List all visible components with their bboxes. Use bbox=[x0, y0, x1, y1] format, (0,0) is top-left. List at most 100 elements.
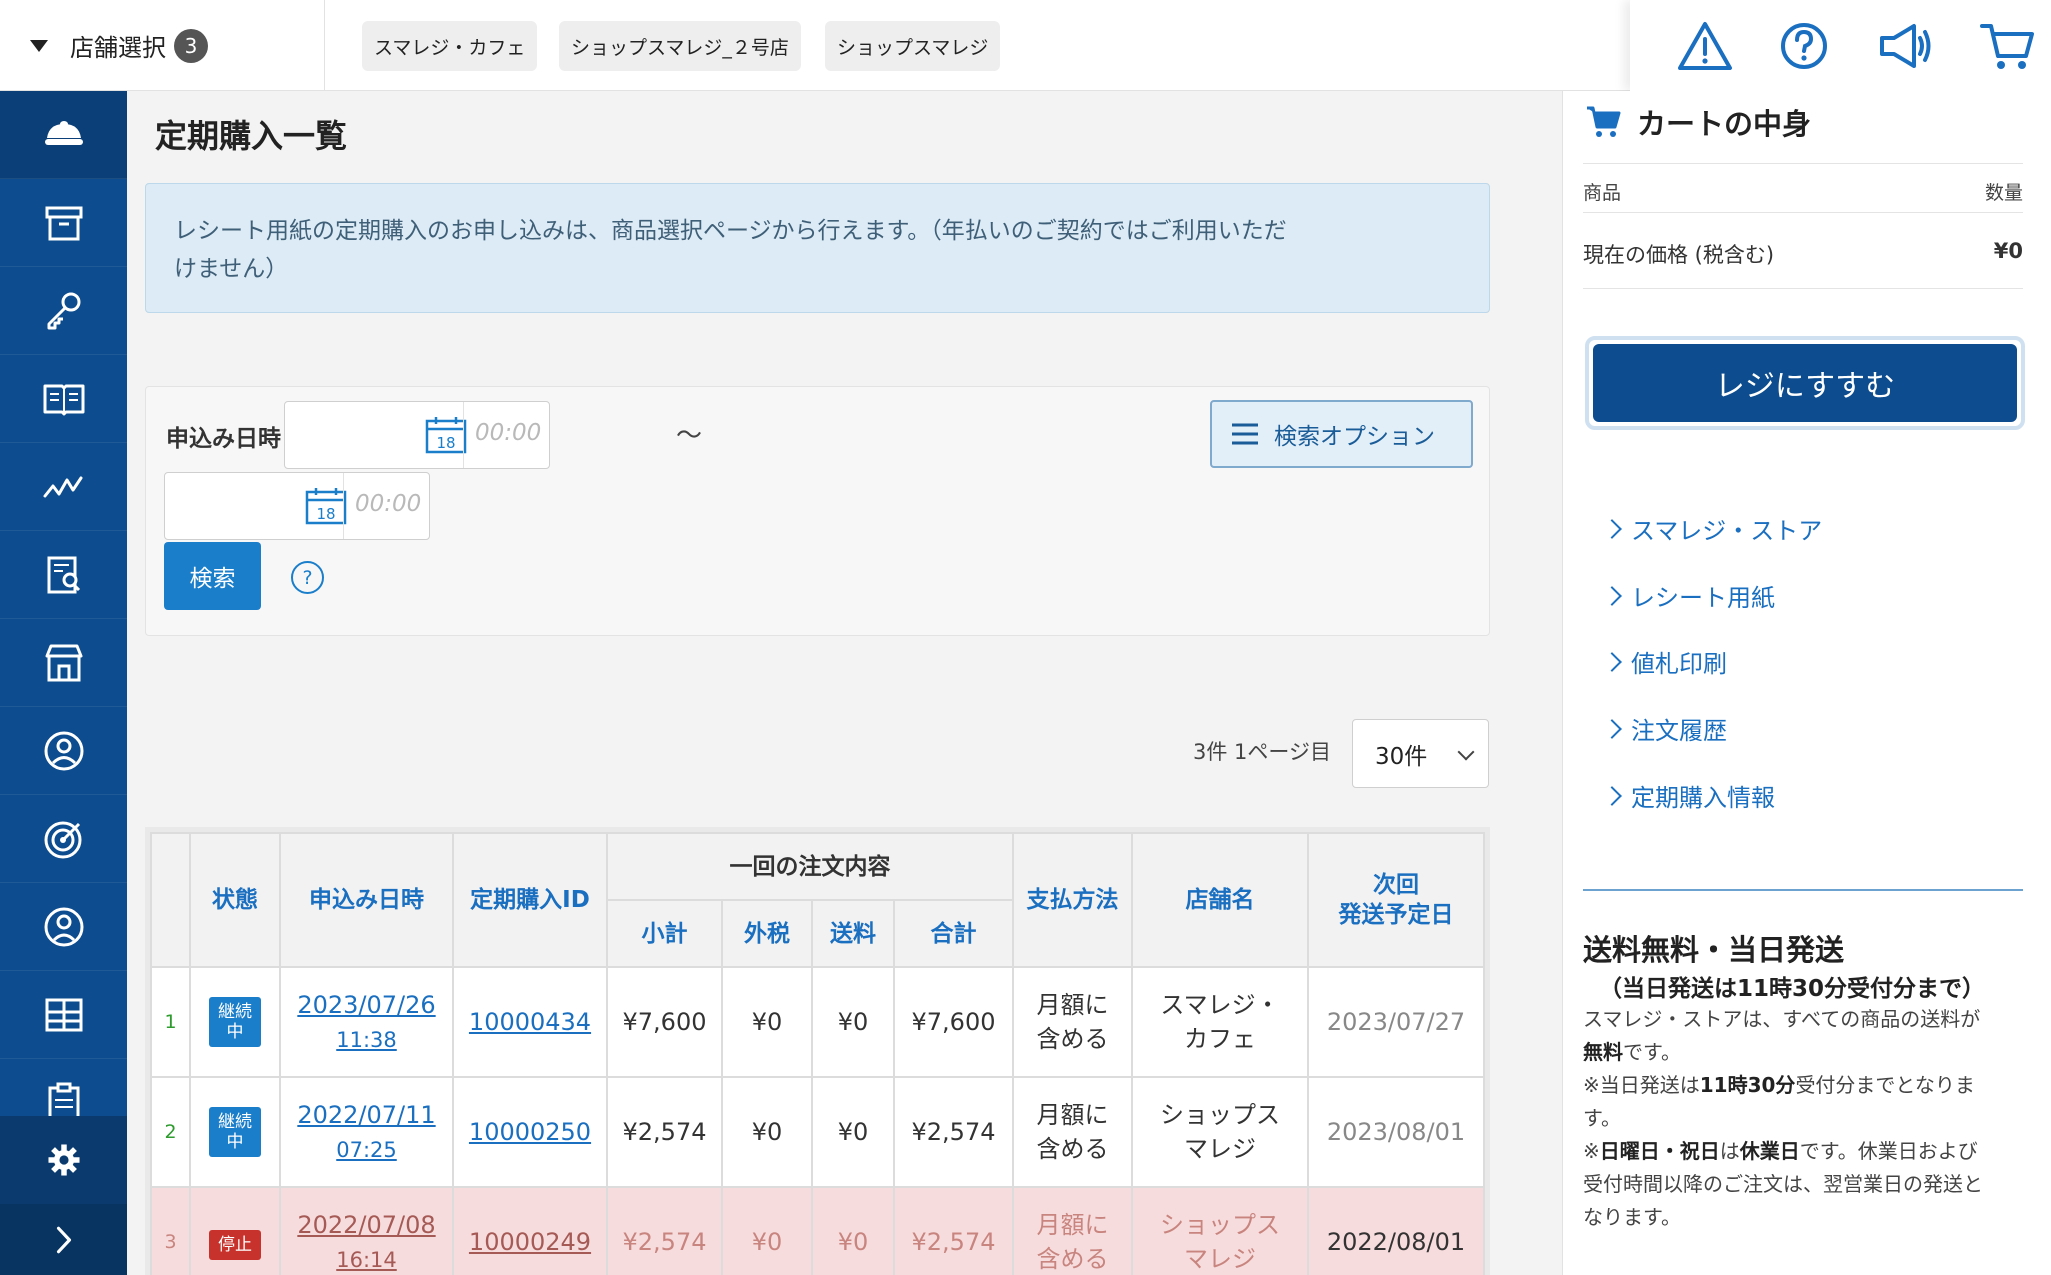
col-status[interactable]: 状態 bbox=[189, 832, 281, 968]
subscription-table: 状態 申込み日時 定期購入ID 一回の注文内容 支払方法 店舗名 次回 発送予定… bbox=[145, 827, 1490, 1275]
applied-date-link[interactable]: 2022/07/11 bbox=[297, 1101, 435, 1129]
subscription-id-link[interactable]: 10000249 bbox=[469, 1228, 591, 1256]
col-tax[interactable]: 外税 bbox=[721, 899, 813, 968]
checkout-button[interactable]: レジにすすむ bbox=[1593, 344, 2017, 422]
total-cell: ¥7,600 bbox=[893, 966, 1014, 1078]
store-cell: スマレジ・ カフェ bbox=[1131, 966, 1309, 1078]
link-price-tag[interactable]: 値札印刷 bbox=[1602, 644, 1727, 679]
sidebar-item-account[interactable] bbox=[0, 883, 127, 971]
time-to-placeholder[interactable]: 00:00 bbox=[355, 491, 421, 517]
help-icon[interactable] bbox=[1775, 18, 1833, 74]
col-store[interactable]: 店舗名 bbox=[1131, 832, 1309, 968]
box-icon bbox=[45, 206, 82, 240]
main-content: 定期購入一覧 レシート用紙の定期購入のお申し込みは、商品選択ページから行えます。… bbox=[127, 91, 1562, 1275]
top-icon-group bbox=[1630, 0, 2051, 91]
applied-date-link[interactable]: 2022/07/08 bbox=[297, 1211, 435, 1239]
chevron-right-icon bbox=[1602, 651, 1622, 672]
applied-time-link[interactable]: 16:14 bbox=[336, 1248, 397, 1272]
time-from-placeholder[interactable]: 00:00 bbox=[475, 420, 541, 446]
top-bar: 店舗選択 3 スマレジ・カフェ ショップスマレジ_２号店 ショップスマレジ bbox=[0, 0, 2051, 91]
sidebar-expand[interactable] bbox=[0, 1204, 127, 1275]
total-cell: ¥2,574 bbox=[893, 1076, 1014, 1188]
table-row: 3 停止 2022/07/08 16:14 10000249 ¥2,574 ¥0 … bbox=[150, 1186, 1485, 1275]
sidebar-item-box[interactable] bbox=[0, 179, 127, 267]
date-to-field[interactable]: 18 00:00 bbox=[164, 472, 430, 540]
subscription-id-link[interactable]: 10000250 bbox=[469, 1118, 591, 1146]
sidebar-item-report[interactable] bbox=[0, 531, 127, 619]
per-page-select[interactable]: 30件 bbox=[1352, 719, 1489, 788]
subtotal-cell: ¥7,600 bbox=[606, 966, 723, 1078]
info-line-2: けません） bbox=[174, 256, 289, 282]
store-cell: ショップス マレジ bbox=[1131, 1076, 1309, 1188]
chevron-right-icon bbox=[1602, 718, 1622, 739]
calendar-icon: 18 bbox=[425, 417, 467, 454]
col-payment[interactable]: 支払方法 bbox=[1012, 832, 1133, 968]
link-subscription-info[interactable]: 定期購入情報 bbox=[1602, 778, 1775, 813]
sidebar-settings[interactable] bbox=[0, 1116, 127, 1204]
store-select-label: 店舗選択 bbox=[70, 34, 166, 62]
sidebar-item-key[interactable] bbox=[0, 267, 127, 355]
subtotal-cell: ¥2,574 bbox=[606, 1076, 723, 1188]
cart-price-row: 現在の価格 (税含む) ¥0 bbox=[1583, 213, 2023, 289]
cart-title: カートの中身 bbox=[1585, 101, 1811, 143]
sidebar-item-apps[interactable] bbox=[0, 971, 127, 1059]
cart-header-row: 商品 数量 bbox=[1583, 163, 2023, 213]
chevron-down-icon bbox=[1457, 743, 1475, 761]
shipping-cell: ¥0 bbox=[811, 1186, 895, 1275]
home-icon bbox=[44, 120, 83, 145]
store-cell: ショップス マレジ bbox=[1131, 1186, 1309, 1275]
result-count: 3件 1ページ目 bbox=[1193, 740, 1331, 764]
shop-chip-shop2[interactable]: ショップスマレジ_２号店 bbox=[559, 21, 801, 71]
col-next-ship[interactable]: 次回 発送予定日 bbox=[1307, 832, 1485, 968]
payment-cell: 月額に 含める bbox=[1012, 1076, 1133, 1188]
col-applied-at[interactable]: 申込み日時 bbox=[279, 832, 454, 968]
sidebar-item-store[interactable] bbox=[0, 619, 127, 707]
link-order-history[interactable]: 注文履歴 bbox=[1602, 711, 1727, 746]
sidebar-item-target[interactable] bbox=[0, 795, 127, 883]
sidebar-item-chart[interactable] bbox=[0, 443, 127, 531]
subscription-id-link[interactable]: 10000434 bbox=[469, 1008, 591, 1036]
col-total[interactable]: 合計 bbox=[893, 899, 1014, 968]
chevron-right-icon bbox=[56, 1226, 71, 1253]
shop-chip-cafe[interactable]: スマレジ・カフェ bbox=[362, 21, 538, 71]
chart-icon bbox=[43, 476, 82, 497]
col-subtotal[interactable]: 小計 bbox=[606, 899, 723, 968]
checkout-button-wrap: レジにすすむ bbox=[1585, 336, 2025, 430]
svg-text:18: 18 bbox=[316, 505, 335, 523]
menu-icon bbox=[1232, 423, 1258, 445]
payment-cell: 月額に 含める bbox=[1012, 1186, 1133, 1275]
shop-chip-shop[interactable]: ショップスマレジ bbox=[825, 21, 1001, 71]
sidebar-item-customer[interactable] bbox=[0, 707, 127, 795]
col-subscription-id[interactable]: 定期購入ID bbox=[452, 832, 608, 968]
caret-down-icon bbox=[30, 39, 48, 52]
info-line-1: レシート用紙の定期購入のお申し込みは、商品選択ページから行えます。（年払いのご契… bbox=[174, 218, 1287, 244]
warning-icon[interactable] bbox=[1676, 18, 1734, 74]
info-notice: レシート用紙の定期購入のお申し込みは、商品選択ページから行えます。（年払いのご契… bbox=[145, 183, 1490, 313]
search-button[interactable]: 検索 bbox=[164, 542, 261, 610]
next-ship-cell: 2022/08/01 bbox=[1307, 1186, 1485, 1275]
sidebar-item-home[interactable] bbox=[0, 91, 127, 179]
shipping-cell: ¥0 bbox=[811, 966, 895, 1078]
cart-icon[interactable] bbox=[1978, 18, 2036, 74]
link-smaregi-store[interactable]: スマレジ・ストア bbox=[1602, 511, 1822, 546]
date-from-field[interactable]: 18 00:00 bbox=[284, 401, 550, 469]
row-index: 1 bbox=[150, 966, 191, 1078]
cart-icon bbox=[1587, 106, 1621, 137]
applied-time-link[interactable]: 11:38 bbox=[336, 1028, 397, 1052]
search-help-icon[interactable]: ? bbox=[291, 561, 324, 594]
subtotal-cell: ¥2,574 bbox=[606, 1186, 723, 1275]
search-options-button[interactable]: 検索オプション bbox=[1210, 400, 1473, 468]
applied-date-link[interactable]: 2023/07/26 bbox=[297, 991, 435, 1019]
shipping-cell: ¥0 bbox=[811, 1076, 895, 1188]
next-ship-cell: 2023/08/01 bbox=[1307, 1076, 1485, 1188]
cart-price-label: 現在の価格 (税含む) bbox=[1583, 243, 1775, 267]
link-receipt-paper[interactable]: レシート用紙 bbox=[1602, 578, 1775, 613]
tax-cell: ¥0 bbox=[721, 966, 813, 1078]
applied-time-link[interactable]: 07:25 bbox=[336, 1138, 397, 1162]
cart-price-value: ¥0 bbox=[1993, 239, 2023, 263]
search-options-label: 検索オプション bbox=[1274, 424, 1435, 450]
col-shipping[interactable]: 送料 bbox=[811, 899, 895, 968]
megaphone-icon[interactable] bbox=[1874, 18, 1932, 74]
store-select-dropdown[interactable]: 店舗選択 3 bbox=[0, 0, 325, 91]
sidebar-item-book[interactable] bbox=[0, 355, 127, 443]
